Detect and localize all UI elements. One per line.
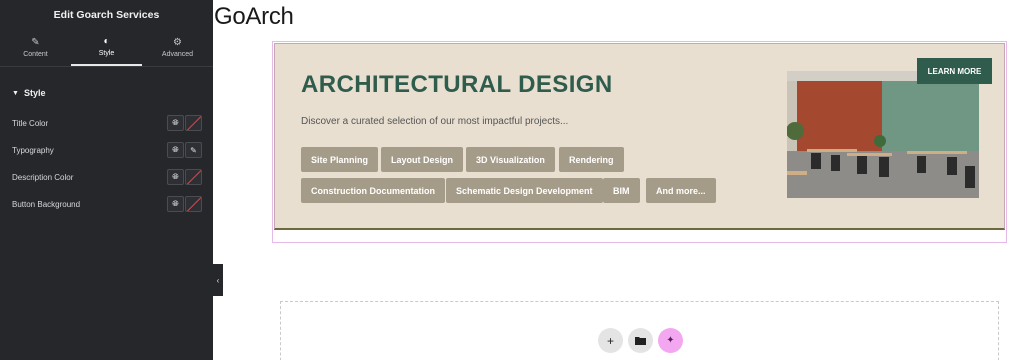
pencil-icon: ✎ (31, 37, 40, 48)
chevron-left-icon: ‹ (216, 275, 220, 285)
service-tag[interactable]: Rendering (559, 147, 624, 172)
banner-title: ARCHITECTURAL DESIGN (301, 71, 613, 98)
globe-icon[interactable]: 🌐︎ (167, 115, 184, 131)
color-picker-button[interactable] (185, 196, 202, 212)
service-tag[interactable]: Layout Design (381, 147, 464, 172)
control-description-color: Description Color 🌐︎ (12, 168, 202, 186)
editor-panel: Edit Goarch Services ✎ Content ◐ Style ⚙… (0, 0, 213, 360)
globe-icon[interactable]: 🌐︎ (167, 169, 184, 185)
globe-icon[interactable]: 🌐︎ (167, 142, 184, 158)
service-tag[interactable]: Site Planning (301, 147, 379, 172)
half-circle-icon: ◐ (103, 36, 110, 47)
office-photo (787, 71, 979, 198)
panel-title: Edit Goarch Services (53, 9, 160, 21)
control-button-background: Button Background 🌐︎ (12, 195, 202, 213)
control-label: Typography (12, 145, 54, 155)
service-tag[interactable]: And more... (646, 178, 716, 203)
color-picker-button[interactable] (185, 115, 202, 131)
tab-style-label: Style (98, 50, 115, 57)
edit-pencil-icon[interactable]: ✎ (185, 142, 202, 158)
control-label: Button Background (12, 199, 81, 209)
service-tag[interactable]: BIM (603, 178, 640, 203)
panel-tabs: ✎ Content ◐ Style ⚙ Advanced (0, 30, 213, 67)
globe-icon[interactable]: 🌐︎ (167, 196, 184, 212)
service-tag[interactable]: Schematic Design Development (446, 178, 603, 203)
caret-down-icon: ▼ (12, 89, 19, 97)
plus-icon[interactable]: + (598, 328, 623, 353)
tab-content-label: Content (23, 51, 48, 58)
section-title: Style (23, 88, 46, 98)
control-title-color: Title Color 🌐︎ (12, 114, 202, 132)
tab-style[interactable]: ◐ Style (71, 30, 142, 66)
collapse-panel-button[interactable]: ‹ (213, 264, 223, 296)
tab-advanced-label: Advanced (161, 51, 194, 58)
add-section-controls: + ✦ (598, 328, 683, 353)
service-tag[interactable]: 3D Visualization (466, 147, 555, 172)
ai-sparkle-icon[interactable]: ✦ (658, 328, 683, 353)
tab-content[interactable]: ✎ Content (0, 30, 71, 66)
style-section-toggle[interactable]: ▼ Style (12, 87, 213, 99)
control-label: Title Color (12, 118, 49, 128)
site-title: GoArch (214, 3, 294, 30)
gear-icon: ⚙ (173, 37, 182, 48)
learn-more-button[interactable]: LEARN MORE (917, 58, 992, 84)
services-banner[interactable]: ARCHITECTURAL DESIGN Discover a curated … (274, 43, 1005, 230)
service-tag[interactable]: Construction Documentation (301, 178, 445, 203)
control-label: Description Color (12, 172, 74, 182)
tab-advanced[interactable]: ⚙ Advanced (142, 30, 213, 66)
banner-description: Discover a curated selection of our most… (301, 116, 569, 127)
control-typography: Typography 🌐︎ ✎ (12, 141, 202, 159)
folder-icon[interactable] (628, 328, 653, 353)
color-picker-button[interactable] (185, 169, 202, 185)
